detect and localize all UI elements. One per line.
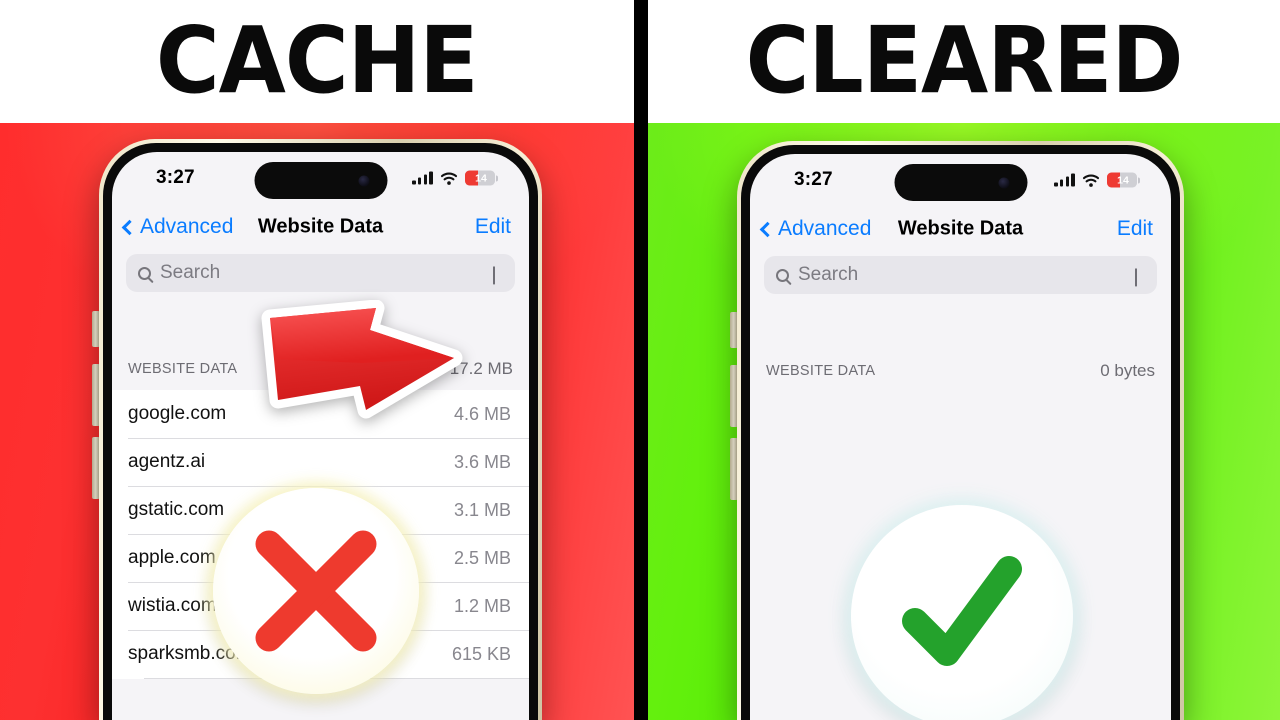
chevron-left-icon: [121, 219, 138, 235]
status-clock: 3:27: [794, 169, 833, 190]
signal-bars-icon: [412, 171, 433, 185]
status-indicators: 14: [1054, 172, 1140, 188]
row-size: 3.6 MB: [453, 451, 511, 472]
front-camera-icon: [998, 177, 1009, 188]
nav-bar-left: Advanced Website Data Edit: [112, 204, 529, 250]
banner-divider: [634, 0, 648, 123]
status-bar-right: 3:27 14: [750, 154, 1171, 206]
battery-tip: [1138, 177, 1140, 183]
search-input-right[interactable]: Search: [764, 256, 1157, 294]
green-check-icon: [902, 556, 1022, 666]
row-size: 1.2 MB: [453, 595, 511, 616]
row-size: 2.5 MB: [453, 547, 511, 568]
battery-percent: 14: [1117, 174, 1129, 186]
wifi-icon: [1082, 174, 1100, 187]
screenshot-canvas: 3:27 14 Advanced Website Data Edit Searc…: [0, 0, 1280, 720]
row-domain: agentz.ai: [128, 451, 206, 472]
search-icon: [138, 266, 151, 280]
battery-icon: 14: [465, 170, 498, 186]
search-icon: [776, 268, 789, 282]
status-clock: 3:27: [156, 167, 195, 188]
back-label: Advanced: [778, 217, 872, 240]
banner-left: CACHE: [0, 0, 634, 123]
microphone-icon[interactable]: [493, 266, 502, 285]
signal-bars-icon: [1054, 173, 1075, 187]
section-header-right: WEBSITE DATA 0 bytes: [750, 358, 1171, 384]
section-total-size: 0 bytes: [1100, 361, 1155, 380]
panel-divider: [634, 123, 648, 720]
microphone-icon[interactable]: [1135, 268, 1144, 287]
battery-icon: 14: [1107, 172, 1140, 188]
row-domain: gstatic.com: [128, 499, 225, 520]
back-button-left[interactable]: Advanced: [121, 215, 234, 239]
search-placeholder: Search: [798, 264, 859, 285]
row-size: 615 KB: [451, 643, 511, 664]
red-arrow-right-icon: [261, 300, 463, 419]
banner-right: CLEARED: [648, 0, 1280, 123]
search-placeholder: Search: [160, 262, 221, 283]
row-domain: wistia.com: [128, 595, 217, 616]
row-domain: google.com: [128, 403, 227, 424]
page-title-right: Website Data: [897, 217, 1024, 240]
nav-bar-right: Advanced Website Data Edit: [750, 206, 1171, 252]
wifi-icon: [440, 172, 458, 185]
page-title-left: Website Data: [257, 215, 384, 238]
battery-tip: [496, 175, 498, 181]
search-input-left[interactable]: Search: [126, 254, 515, 292]
row-domain: apple.com: [128, 547, 216, 568]
section-label: WEBSITE DATA: [766, 363, 876, 379]
red-x-badge: [213, 488, 419, 694]
dynamic-island: [254, 162, 387, 199]
section-label: WEBSITE DATA: [128, 361, 238, 377]
status-indicators: 14: [412, 170, 498, 186]
green-check-badge: [851, 505, 1073, 720]
edit-button-left[interactable]: Edit: [475, 215, 511, 239]
back-button-right[interactable]: Advanced: [759, 217, 872, 241]
title-banner: CACHE CLEARED: [0, 0, 1280, 123]
dynamic-island: [894, 164, 1027, 201]
back-label: Advanced: [140, 215, 234, 238]
edit-button-right[interactable]: Edit: [1117, 217, 1153, 241]
table-row[interactable]: agentz.ai 3.6 MB: [112, 438, 529, 486]
search-section-left: Search: [112, 250, 529, 304]
banner-right-title: CLEARED: [745, 7, 1184, 115]
red-x-icon: [255, 530, 377, 652]
row-size: 3.1 MB: [453, 499, 511, 520]
chevron-left-icon: [759, 221, 776, 237]
front-camera-icon: [358, 175, 369, 186]
search-section-right: Search: [750, 252, 1171, 306]
battery-percent: 14: [475, 172, 487, 184]
status-bar-left: 3:27 14: [112, 152, 529, 204]
banner-left-title: CACHE: [156, 7, 479, 115]
